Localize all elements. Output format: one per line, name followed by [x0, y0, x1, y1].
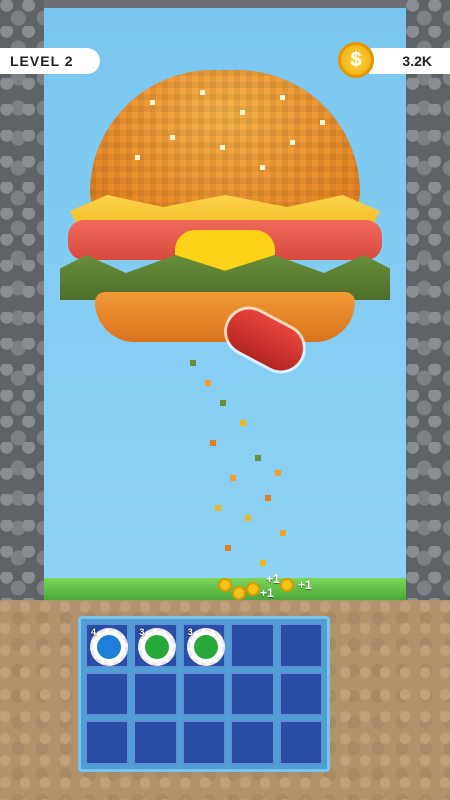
inventory-slot[interactable] [85, 671, 130, 717]
coin-popup: +1 [298, 578, 312, 592]
inventory-slot[interactable]: 4 [85, 623, 130, 668]
inventory-slot[interactable] [278, 720, 323, 765]
inventory-slot[interactable] [230, 623, 275, 668]
inventory-slot[interactable]: 3 [181, 623, 227, 668]
inventory-slot[interactable] [85, 720, 130, 765]
inventory-slot[interactable] [230, 720, 275, 765]
inventory-slot[interactable] [133, 720, 178, 765]
inventory-slot[interactable]: 3 [133, 623, 178, 668]
coin-pickup [280, 578, 294, 592]
inventory-slot[interactable] [181, 671, 227, 717]
coin-pickup [218, 578, 232, 592]
saw-blade-icon[interactable]: 4 [90, 627, 128, 666]
saw-blade-icon[interactable]: 3 [138, 627, 177, 666]
stone-wall-right [406, 0, 450, 600]
inventory-slot[interactable] [278, 671, 323, 717]
voxel-burger [60, 70, 390, 370]
level-label: LEVEL 2 [10, 53, 74, 69]
coin-popup: +1 [260, 586, 274, 600]
inventory-slot[interactable] [230, 671, 275, 717]
stone-wall-left [0, 0, 44, 600]
saw-blade-icon[interactable]: 3 [186, 627, 225, 666]
saw-level: 3 [139, 627, 145, 637]
inventory-slot[interactable] [181, 720, 227, 765]
saw-inventory-grid: 4 3 3 [78, 616, 330, 772]
inventory-slot[interactable] [133, 671, 178, 717]
coin-pickup [246, 582, 260, 596]
coin-count: 3.2K [402, 53, 432, 69]
coin-symbol: $ [350, 48, 362, 71]
saw-level: 3 [187, 627, 193, 637]
coin-popup: +1 [266, 572, 280, 586]
coin-pickup [232, 586, 246, 600]
inventory-slot[interactable] [278, 623, 323, 668]
burger-bottom-bun [95, 292, 355, 342]
saw-level: 4 [91, 627, 97, 637]
